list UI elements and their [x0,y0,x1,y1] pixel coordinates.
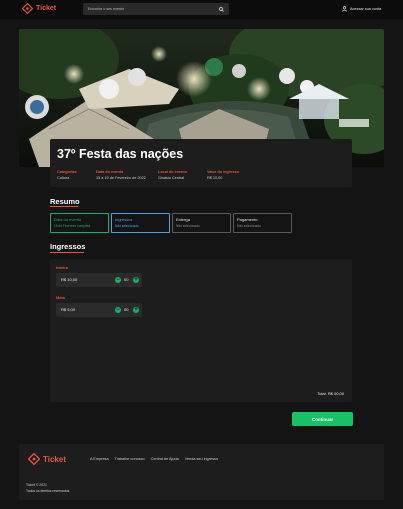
ticket-price: R$ 10,00 [61,277,78,282]
footer-link-sell-ticket[interactable]: Venda seu ingresso [185,457,218,461]
search-bar [83,3,229,15]
plus-icon[interactable]: + [133,277,139,283]
brand-name: Ticket [36,5,57,12]
summary-title: Resumo [50,197,80,206]
step-status: Não selecionado [115,224,139,228]
footer-link-company[interactable]: A Empresa [90,457,109,461]
ticket-logo-icon [28,453,40,465]
field-label: Categorias [57,170,77,174]
ticket-row-inteira: R$ 10,00 − 00 + [56,273,142,287]
minus-icon[interactable]: − [115,307,121,313]
step-delivery[interactable]: Entrega Não selecionado [172,213,231,233]
login-label: Acessar sua conta [350,7,382,11]
footer-brand-logo[interactable]: Ticket [28,453,66,465]
step-title: Entrega [176,217,191,222]
ticket-quantity: 00 [124,277,129,282]
summary-underline [50,206,78,207]
footer-links: A Empresa Trabalhe conosco Central de Aj… [90,457,218,461]
ticket-name-meia: Meia [56,295,65,300]
field-label: Valor do ingresso [207,170,239,174]
event-info-card: 37º Festa das nações Categorias Cultura … [50,139,352,187]
step-payment[interactable]: Pagamento Não selecionado [233,213,292,233]
footer-brand-name: Ticket [43,454,66,464]
event-date-field: Data do evento 15 a 19 de Fevereiro de 2… [96,170,146,180]
field-value: Cultura [57,176,70,180]
field-label: Local do evento [158,170,187,174]
ticket-quantity: 00 [124,307,129,312]
brand-logo[interactable]: Ticket [22,3,56,14]
continue-button[interactable]: Continuar [292,412,353,426]
ticket-row-meia: R$ 5,00 − 00 + [56,303,142,317]
ticket-price: R$ 5,00 [61,307,76,312]
event-category-field: Categorias Cultura [57,170,77,180]
event-location-field: Local do evento Ginásio Central [158,170,187,180]
tickets-underline [50,252,84,253]
plus-icon[interactable]: + [133,307,139,313]
field-label: Data do evento [96,170,124,174]
footer-link-help[interactable]: Central de Ajuda [151,457,179,461]
login-link[interactable]: Acessar sua conta [342,6,381,12]
ticket-logo-icon [22,3,33,14]
event-title: 37º Festa das nações [57,147,184,161]
search-input[interactable] [88,7,208,11]
copyright: Ticket © 2021 Todos os direitos reservad… [26,483,70,494]
event-price-field: Valor do ingresso R$ 10,00 [207,170,239,180]
footer: Ticket A Empresa Trabalhe conosco Centra… [19,444,384,500]
user-icon [342,6,347,12]
field-value: 15 a 19 de Fevereiro de 2022 [96,176,146,180]
footer-link-careers[interactable]: Trabalhe conosco [115,457,145,461]
ticket-name-inteira: Inteira [56,265,69,270]
field-value: Ginásio Central [158,176,185,180]
step-title: Data do evento [54,217,82,222]
tickets-title: Ingressos [50,242,86,251]
step-status: Não selecionado [176,224,200,228]
step-status: Não selecionado [237,224,261,228]
field-value: R$ 10,00 [207,176,223,180]
step-event-date[interactable]: Data do evento 15 de Fevereiro completa [50,213,109,233]
minus-icon[interactable]: − [115,277,121,283]
step-title: Pagamento [237,217,258,222]
order-total: Total: R$ 00,00 [317,391,344,396]
step-tickets[interactable]: Ingressos Não selecionado [111,213,170,233]
tickets-panel: Inteira R$ 10,00 − 00 + Meia R$ 5,00 − 0… [50,259,352,402]
step-title: Ingressos [115,217,133,222]
copyright-line-2: Todos os direitos reservados. [26,488,71,493]
top-navigation-bar: Ticket Acessar sua conta [0,0,403,19]
search-icon[interactable] [219,6,224,12]
step-status: 15 de Fevereiro completa [54,224,91,228]
